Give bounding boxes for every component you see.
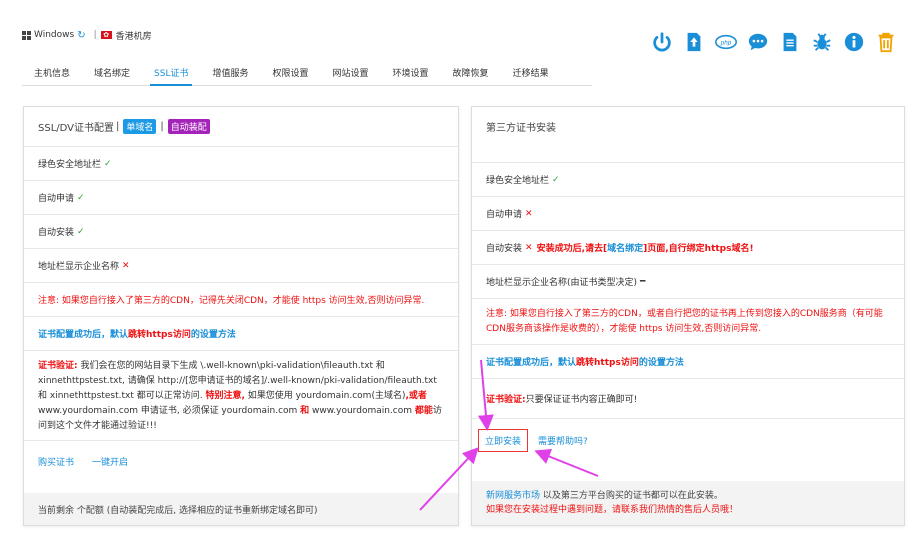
verify-label: 证书验证: (486, 395, 526, 405)
single-domain-badge: 单域名 (123, 119, 157, 134)
title-separator: | (160, 121, 164, 132)
separator: | (93, 30, 97, 40)
check-icon: ✓ (104, 158, 112, 169)
third-party-panel: 第三方证书安装 绿色安全地址栏 ✓ 自动申请 ✕ 自动安装 ✕ 安装成功后,请去[域名… (471, 106, 905, 526)
location-label: 香港机房 (115, 31, 152, 42)
chat-icon[interactable] (747, 31, 769, 53)
tab-value-added[interactable]: 增值服务 (200, 62, 260, 85)
feature-row: 自动申请 ✕ (472, 197, 904, 231)
config-hint: 证书配置成功后，默认 跳转https访问 的设置方法 (24, 317, 458, 351)
upload-icon[interactable] (683, 31, 705, 53)
feature-row: 自动安装 ✓ (24, 215, 458, 249)
cdn-note: 注意: 如果您自行接入了第三方的CDN，记得先关闭CDN，才能使 https 访… (24, 283, 458, 317)
service-market-link[interactable]: 新网服务市场 (486, 491, 540, 501)
verify-section: 证书验证: 我们会在您的网站目录下生成 \.well-known\pki-val… (24, 351, 458, 441)
verify-text: 如果您使用 yourdomain.com(主域名) (244, 391, 406, 401)
need-help-link[interactable]: 需要帮助吗? (538, 434, 588, 447)
install-footer: 新网服务市场 以及第三方平台购买的证书都可以在此安装。 如果您在安装过程中遇到问… (472, 481, 904, 525)
config-hint-tail: 的设置方法 (638, 358, 684, 368)
hongkong-flag-icon: ✿ (100, 31, 112, 39)
info-icon[interactable] (843, 31, 865, 53)
verify-text: www.yourdomain.com 申请证书, 必须保证 yourdomain… (38, 406, 301, 416)
feature-row: 地址栏显示企业名称(由证书类型决定) ━ (472, 265, 904, 299)
panel-title-text: SSL/DV证书配置 (38, 123, 115, 134)
feature-label: 地址栏显示企业名称(由证书类型决定) (486, 278, 638, 288)
tab-ssl-cert[interactable]: SSL证书 (142, 62, 200, 86)
tab-bar: 主机信息 域名绑定 SSL证书 增值服务 权限设置 网站设置 环境设置 故障恢复… (22, 62, 592, 86)
feature-label: 地址栏显示企业名称 (38, 262, 120, 272)
tab-host-info[interactable]: 主机信息 (22, 62, 82, 85)
feature-row: 地址栏显示企业名称 ✕ (24, 249, 458, 283)
action-links: 购买证书 一键开启 (24, 441, 458, 481)
verify-or: ,或者 (405, 391, 427, 401)
feature-row: 自动安装 ✕ 安装成功后,请去[域名绑定]页面,自行绑定https域名! (472, 231, 904, 265)
tab-recovery[interactable]: 故障恢复 (441, 62, 501, 85)
feature-label: 自动申请 (38, 194, 75, 204)
verify-label: 证书验证: (38, 361, 78, 371)
cross-icon: ✕ (525, 208, 533, 219)
config-hint-text: 证书配置成功后，默认 (38, 330, 129, 340)
install-now-button[interactable]: 立即安装 (478, 428, 529, 452)
verify-text: 只要保证证书内容正确即可! (525, 395, 638, 405)
cross-icon: ✕ (122, 260, 130, 271)
check-icon: ✓ (77, 226, 85, 237)
feature-row: 自动申请 ✓ (24, 181, 458, 215)
refresh-icon[interactable]: ↻ (77, 30, 85, 41)
install-actions: 立即安装 需要帮助吗? (472, 419, 904, 461)
tab-permissions[interactable]: 权限设置 (261, 62, 321, 85)
php-icon[interactable]: php (715, 31, 737, 53)
svg-text:php: php (720, 39, 732, 46)
footer-line: 新网服务市场 以及第三方平台购买的证书都可以在此安装。 (486, 489, 890, 503)
feature-label: 绿色安全地址栏 (38, 160, 102, 170)
footer-support-note: 如果您在安装过程中遇到问题，请联系我们热情的售后人员哦！ (486, 505, 739, 515)
domain-binding-link[interactable]: 域名绑定 (607, 241, 643, 254)
config-hint-tail: 的设置方法 (190, 330, 236, 340)
cross-icon: ✕ (525, 242, 533, 253)
feature-label: 自动安装 (38, 228, 75, 238)
auto-install-badge: 自动装配 (167, 119, 210, 134)
tab-site-settings[interactable]: 网站设置 (321, 62, 381, 85)
windows-icon (22, 30, 31, 40)
os-label: Windows (34, 30, 75, 40)
cdn-note: 注意: 如果您自行接入了第三方的CDN，或者自行把您的证书再上传到您接入的CDN… (472, 299, 904, 345)
install-note: ]页面,自行绑定https域名! (643, 244, 754, 254)
https-redirect-link[interactable]: 跳转https访问 (128, 327, 191, 340)
tab-migration[interactable]: 迁移结果 (501, 62, 561, 85)
tab-env-settings[interactable]: 环境设置 (381, 62, 441, 85)
verify-text: www.yourdomain.com (309, 406, 415, 416)
trash-icon[interactable] (875, 31, 897, 53)
feature-row: 绿色安全地址栏 ✓ (472, 163, 904, 197)
panel-title: SSL/DV证书配置 | 单域名 | 自动装配 (24, 107, 458, 147)
config-hint-text: 证书配置成功后，默认 (486, 358, 577, 368)
power-icon[interactable] (651, 31, 673, 53)
quota-footer: 当前剩余 个配额 (自动装配完成后, 选择相应的证书重新绑定域名即可) (24, 493, 458, 525)
host-info-bar: Windows ↻ | ✿ 香港机房 (22, 28, 152, 42)
toolbar-icons: php (651, 31, 907, 53)
bug-icon[interactable] (811, 31, 833, 53)
dash-icon: ━ (640, 276, 646, 287)
panel-title: 第三方证书安装 (472, 107, 904, 163)
one-click-enable-link[interactable]: 一键开启 (92, 455, 128, 468)
verify-and: 和 (300, 406, 310, 416)
check-icon: ✓ (77, 192, 85, 203)
feature-label: 自动申请 (486, 210, 523, 220)
feature-row: 绿色安全地址栏 ✓ (24, 147, 458, 181)
tab-domain-binding[interactable]: 域名绑定 (82, 62, 142, 85)
footer-text: 以及第三方平台购买的证书都可以在此安装。 (540, 491, 723, 501)
buy-cert-link[interactable]: 购买证书 (38, 455, 74, 468)
feature-label: 绿色安全地址栏 (486, 176, 550, 186)
install-note: 安装成功后,请去[ (536, 244, 608, 254)
ssl-dv-panel: SSL/DV证书配置 | 单域名 | 自动装配 绿色安全地址栏 ✓ 自动申请 ✓ 自… (23, 106, 459, 526)
https-redirect-link[interactable]: 跳转https访问 (576, 355, 639, 368)
document-icon[interactable] (779, 31, 801, 53)
verify-can: 都能 (414, 406, 433, 416)
config-hint: 证书配置成功后，默认 跳转https访问 的设置方法 (472, 345, 904, 379)
feature-label: 自动安装 (486, 244, 523, 254)
check-icon: ✓ (552, 174, 560, 185)
title-separator: | (116, 121, 120, 132)
verify-section: 证书验证: 只要保证证书内容正确即可! (472, 379, 904, 419)
special-note: 特别注意, (205, 391, 245, 401)
